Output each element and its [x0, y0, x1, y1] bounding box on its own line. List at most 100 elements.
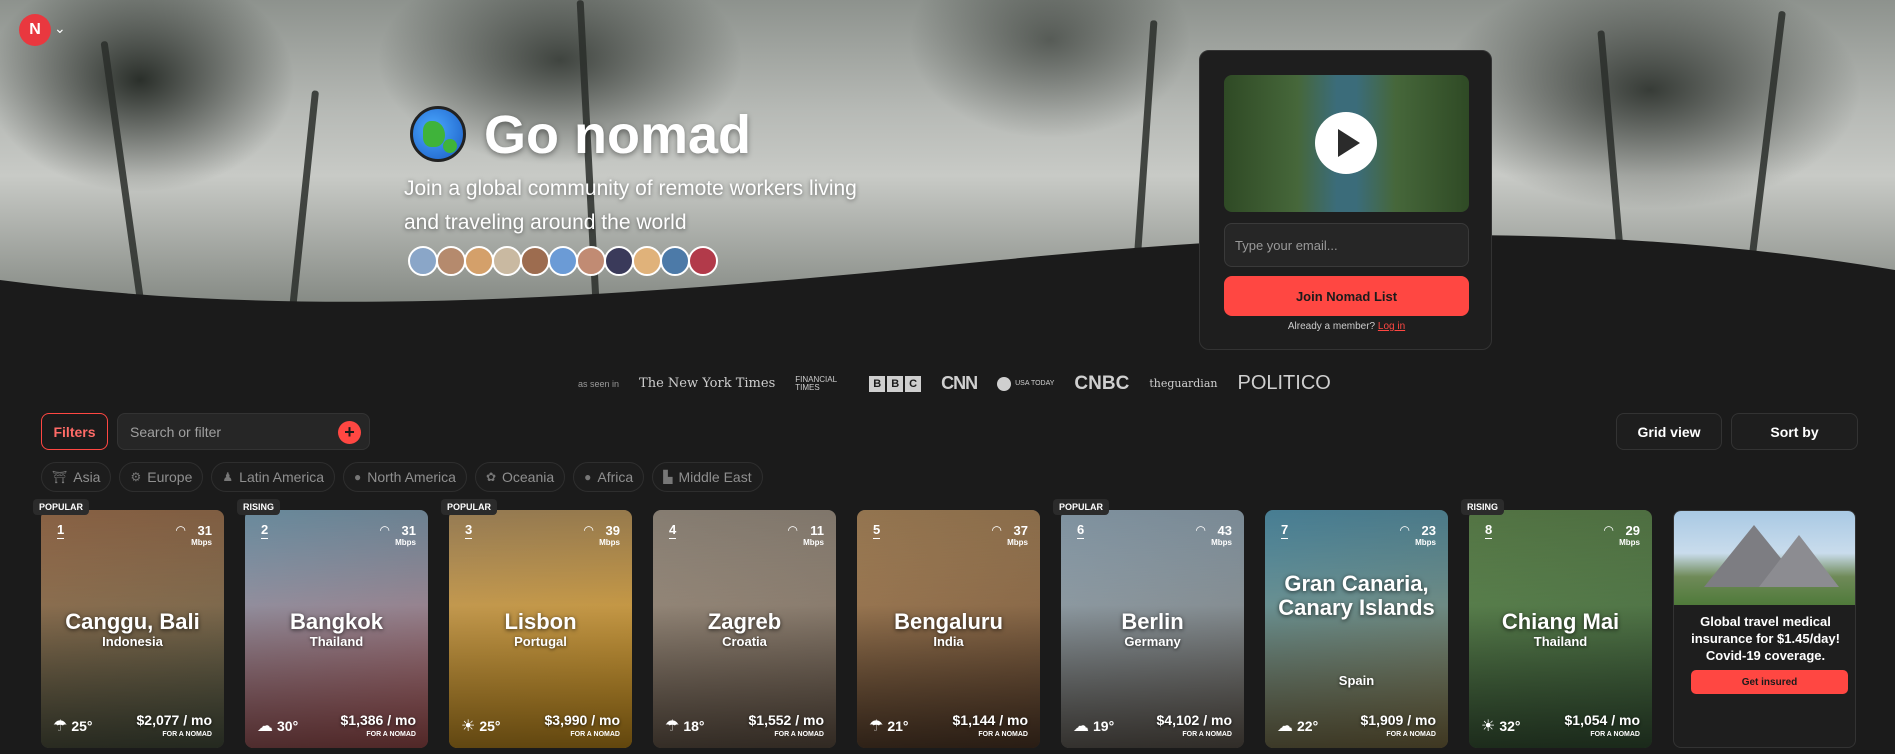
region-asia[interactable]: ⛩ Asia — [41, 462, 112, 492]
play-icon[interactable] — [1315, 112, 1377, 174]
city-card-wrap: POPULAR 1 ◠ 31 Mbps Canggu, Bali Indones… — [33, 499, 224, 748]
wifi-speed: ◠ 37 Mbps — [992, 522, 1028, 547]
card-weather: ☂ 21° — [869, 716, 909, 736]
card-price: $2,077 / mo — [136, 712, 213, 728]
europe-icon: ⚙ — [130, 470, 142, 484]
region-north-america[interactable]: ● North America — [342, 462, 467, 492]
card-country: Thailand — [1533, 634, 1588, 649]
search-input[interactable] — [130, 422, 330, 442]
card-city: Bangkok — [290, 609, 383, 634]
city-cards: POPULAR 1 ◠ 31 Mbps Canggu, Bali Indones… — [33, 499, 1856, 748]
card-rank: 4 — [669, 522, 677, 539]
region-oceania[interactable]: ✿ Oceania — [474, 462, 566, 492]
login-link[interactable]: Log in — [1378, 321, 1405, 332]
nyt-logo: The New York Times — [639, 376, 776, 391]
card-temp: 32° — [1499, 718, 1521, 734]
card-weather: ☂ 25° — [53, 716, 93, 736]
card-country: India — [933, 634, 964, 649]
card-price: $1,909 / mo — [1360, 712, 1437, 728]
card-city: Lisbon — [504, 609, 577, 634]
region-europe[interactable]: ⚙ Europe — [119, 462, 204, 492]
card-rank: 3 — [465, 522, 473, 539]
wifi-value: 23 — [1421, 523, 1436, 538]
usatoday-text: USA TODAY — [1015, 380, 1055, 387]
wifi-speed: ◠ 43 Mbps — [1196, 522, 1232, 547]
card-rank: 6 — [1077, 522, 1085, 539]
wifi-speed: ◠ 29 Mbps — [1604, 522, 1640, 547]
city-card-wrap: 4 ◠ 11 Mbps Zagreb Croatia ☂ 18° $1,552 … — [653, 510, 836, 748]
wifi-speed: ◠ 31 Mbps — [380, 522, 416, 547]
hero-banner — [0, 0, 1895, 320]
insurance-ad-card[interactable]: Global travel medical insurance for $1.4… — [1673, 510, 1856, 748]
region-label: Middle East — [678, 469, 752, 485]
chevron-down-icon[interactable]: ⌄ — [54, 20, 66, 37]
wifi-icon: ◠ — [379, 523, 390, 537]
card-price: $1,552 / mo — [748, 712, 825, 728]
card-city: Chiang Mai — [1501, 609, 1620, 634]
wifi-unit: Mbps — [191, 538, 212, 547]
promo-video[interactable] — [1224, 75, 1469, 212]
mountain-image — [1674, 511, 1855, 605]
city-card[interactable]: 1 ◠ 31 Mbps Canggu, Bali Indonesia ☂ 25°… — [41, 510, 224, 748]
card-price-sub: FOR A NOMAD — [1182, 731, 1232, 738]
email-field[interactable] — [1224, 223, 1469, 267]
card-rank: 2 — [261, 522, 269, 539]
card-country: Spain — [1338, 673, 1375, 688]
wifi-unit: Mbps — [803, 538, 824, 547]
get-insured-button[interactable]: Get insured — [1691, 670, 1848, 694]
city-card[interactable]: 7 ◠ 23 Mbps Gran Canaria, Canary Islands… — [1265, 510, 1448, 748]
avatar — [604, 246, 634, 276]
wifi-value: 37 — [1013, 523, 1028, 538]
card-price-sub: FOR A NOMAD — [978, 731, 1028, 738]
wifi-speed: ◠ 23 Mbps — [1400, 522, 1436, 547]
city-card[interactable]: 6 ◠ 43 Mbps Berlin Germany ☁ 19° $4,102 … — [1061, 510, 1244, 748]
grid-view-button[interactable]: Grid view — [1616, 413, 1722, 450]
hero-wave — [0, 235, 1895, 320]
card-price: $1,054 / mo — [1564, 712, 1641, 728]
wifi-icon: ◠ — [1399, 523, 1410, 537]
politico-logo: POLITICO — [1237, 372, 1331, 394]
sort-by-button[interactable]: Sort by — [1731, 413, 1858, 450]
region-latin-america[interactable]: ♟ Latin America — [211, 462, 335, 492]
city-card-wrap: POPULAR 3 ◠ 39 Mbps Lisbon Portugal ☀ 25… — [441, 499, 632, 748]
add-filter-button[interactable]: + — [338, 421, 361, 444]
wifi-value: 11 — [810, 523, 824, 538]
wifi-icon: ◠ — [991, 523, 1002, 537]
wifi-value: 29 — [1625, 523, 1640, 538]
north-america-icon: ● — [353, 470, 362, 484]
africa-icon: ● — [584, 470, 592, 484]
logo-icon[interactable]: N — [19, 14, 51, 46]
region-middle-east[interactable]: ▙ Middle East — [652, 462, 763, 492]
wifi-icon: ◠ — [787, 523, 798, 537]
as-seen-in-label: as seen in — [578, 378, 620, 389]
join-button[interactable]: Join Nomad List — [1224, 276, 1469, 316]
city-card[interactable]: 8 ◠ 29 Mbps Chiang Mai Thailand ☀ 32° $1… — [1469, 510, 1652, 748]
member-text: Already a member? — [1287, 321, 1376, 332]
guardian-logo: theguardian — [1149, 377, 1218, 390]
wifi-unit: Mbps — [1415, 538, 1436, 547]
region-africa[interactable]: ● Africa — [573, 462, 645, 492]
filters-button[interactable]: Filters — [41, 413, 108, 450]
card-price: $3,990 / mo — [544, 712, 621, 728]
city-card[interactable]: 4 ◠ 11 Mbps Zagreb Croatia ☂ 18° $1,552 … — [653, 510, 836, 748]
city-card[interactable]: 3 ◠ 39 Mbps Lisbon Portugal ☀ 25° $3,990… — [449, 510, 632, 748]
wifi-icon: ◠ — [583, 523, 594, 537]
wifi-unit: Mbps — [1211, 538, 1232, 547]
wifi-unit: Mbps — [1007, 538, 1028, 547]
avatar — [688, 246, 718, 276]
card-country: Portugal — [514, 634, 567, 649]
card-weather: ☁ 30° — [257, 716, 298, 736]
card-rank: 8 — [1485, 522, 1493, 539]
avatar — [660, 246, 690, 276]
region-label: North America — [367, 469, 456, 485]
search-box: + — [117, 413, 370, 450]
city-card[interactable]: 5 ◠ 37 Mbps Bengaluru India ☂ 21° $1,144… — [857, 510, 1040, 748]
card-temp: 21° — [887, 718, 909, 734]
wifi-speed: ◠ 39 Mbps — [584, 522, 620, 547]
card-price-sub: FOR A NOMAD — [1386, 731, 1436, 738]
weather-icon: ☀ — [461, 718, 476, 735]
card-rank: 1 — [57, 522, 65, 539]
city-card[interactable]: 2 ◠ 31 Mbps Bangkok Thailand ☁ 30° $1,38… — [245, 510, 428, 748]
signup-card: Join Nomad List Already a member? Log in — [1199, 50, 1492, 350]
card-city: Berlin — [1121, 609, 1184, 634]
